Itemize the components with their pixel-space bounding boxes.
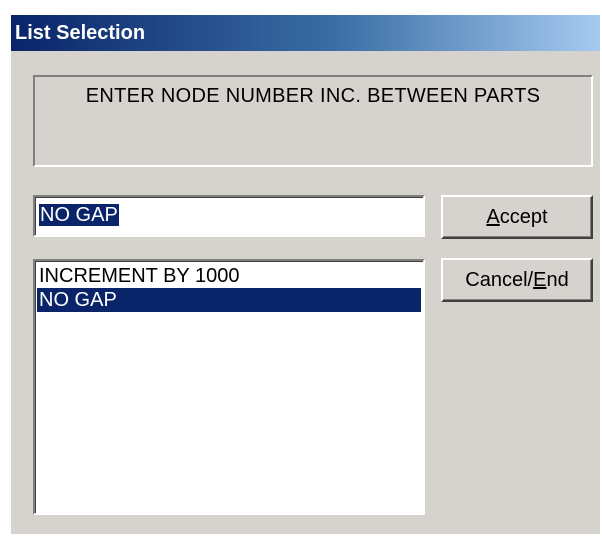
list-selection-dialog: List Selection ENTER NODE NUMBER INC. BE… xyxy=(10,14,600,534)
selection-input-value: NO GAP xyxy=(39,204,119,226)
cancel-end-button[interactable]: Cancel/End xyxy=(441,258,593,302)
accept-button-label: Accept xyxy=(486,205,548,228)
cancel-end-button-label: Cancel/End xyxy=(465,268,569,291)
accept-button[interactable]: Accept xyxy=(441,195,593,239)
window-title: List Selection xyxy=(15,21,146,44)
list-item[interactable]: INCREMENT BY 1000 xyxy=(37,264,421,288)
prompt-text: ENTER NODE NUMBER INC. BETWEEN PARTS xyxy=(85,85,541,107)
selection-input[interactable]: NO GAP xyxy=(33,195,425,237)
title-bar[interactable]: List Selection xyxy=(11,15,600,51)
list-item-selected[interactable]: NO GAP xyxy=(37,288,421,312)
prompt-panel: ENTER NODE NUMBER INC. BETWEEN PARTS xyxy=(33,75,593,167)
options-listbox[interactable]: INCREMENT BY 1000 NO GAP xyxy=(33,259,425,515)
